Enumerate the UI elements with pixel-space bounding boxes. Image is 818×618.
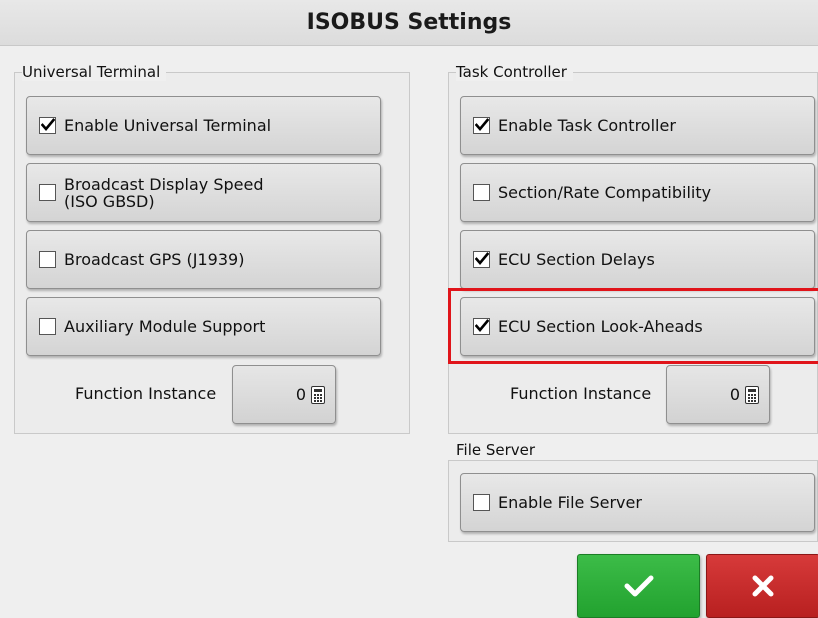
- function-instance-input[interactable]: 0: [666, 365, 770, 424]
- option-label: Auxiliary Module Support: [64, 317, 266, 336]
- file-server-label: File Server: [456, 441, 542, 459]
- option-label: Enable File Server: [498, 493, 642, 512]
- checkbox[interactable]: [39, 184, 56, 201]
- enable-universal-terminal-button[interactable]: Enable Universal Terminal: [26, 96, 381, 155]
- universal-terminal-label: Universal Terminal: [22, 63, 167, 81]
- enable-file-server-button[interactable]: Enable File Server: [460, 473, 815, 532]
- auxiliary-module-support-button[interactable]: Auxiliary Module Support: [26, 297, 381, 356]
- calculator-icon: [745, 385, 759, 404]
- checkmark-icon: [624, 575, 653, 597]
- checkbox[interactable]: [39, 318, 56, 335]
- checkbox[interactable]: [39, 251, 56, 268]
- option-label: Broadcast Display Speed (ISO GBSD): [64, 174, 264, 211]
- option-label: Enable Task Controller: [498, 116, 676, 135]
- x-icon: [752, 575, 774, 597]
- function-instance-input[interactable]: 0: [232, 365, 336, 424]
- option-label: Section/Rate Compatibility: [498, 183, 712, 202]
- ecu-section-delays-button[interactable]: ECU Section Delays: [460, 230, 815, 289]
- function-instance-value: 0: [729, 385, 740, 404]
- broadcast-display-speed-button[interactable]: Broadcast Display Speed (ISO GBSD): [26, 163, 381, 222]
- broadcast-gps-button[interactable]: Broadcast GPS (J1939): [26, 230, 381, 289]
- calculator-icon: [311, 385, 325, 404]
- title-bar: ISOBUS Settings: [0, 0, 818, 46]
- checkbox[interactable]: [473, 184, 490, 201]
- checkbox-checked[interactable]: [473, 251, 490, 268]
- option-label: ECU Section Delays: [498, 250, 655, 269]
- option-label: ECU Section Look-Aheads: [498, 317, 703, 336]
- function-instance-label: Function Instance: [75, 384, 217, 403]
- confirm-button[interactable]: [577, 554, 700, 618]
- checkbox-checked[interactable]: [473, 318, 490, 335]
- checkbox-checked[interactable]: [473, 117, 490, 134]
- option-label: Broadcast GPS (J1939): [64, 250, 245, 269]
- page-title: ISOBUS Settings: [306, 10, 512, 35]
- checkbox-checked[interactable]: [39, 117, 56, 134]
- cancel-button[interactable]: [706, 554, 818, 618]
- option-label: Enable Universal Terminal: [64, 116, 272, 135]
- checkbox[interactable]: [473, 494, 490, 511]
- section-rate-compatibility-button[interactable]: Section/Rate Compatibility: [460, 163, 815, 222]
- function-instance-value: 0: [295, 385, 306, 404]
- ecu-section-look-aheads-button[interactable]: ECU Section Look-Aheads: [460, 297, 815, 356]
- task-controller-label: Task Controller: [456, 63, 573, 81]
- function-instance-label: Function Instance: [510, 384, 652, 403]
- enable-task-controller-button[interactable]: Enable Task Controller: [460, 96, 815, 155]
